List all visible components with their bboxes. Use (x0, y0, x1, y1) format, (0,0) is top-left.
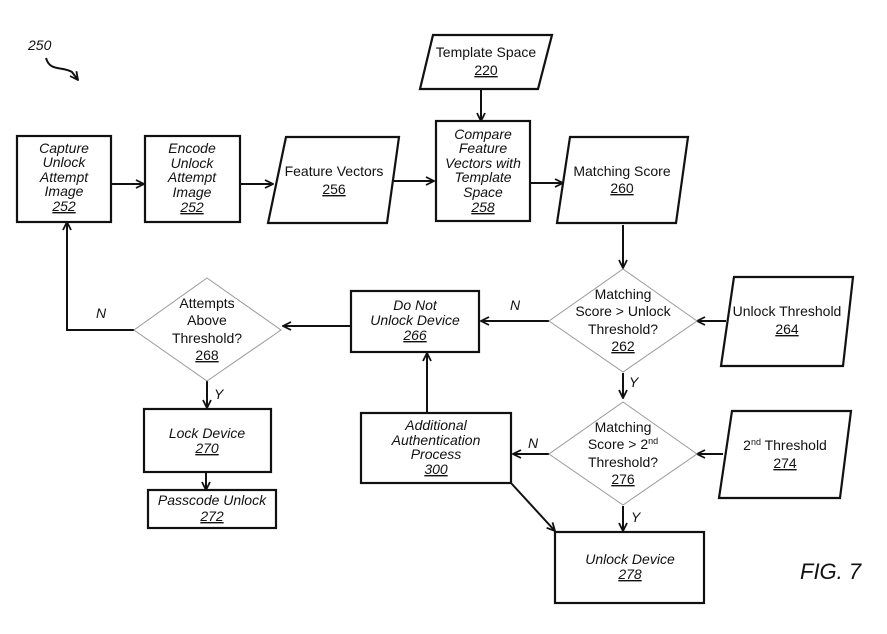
node-text: Unlock Device (370, 312, 460, 328)
node-matching-score: Matching Score 260 (555, 135, 690, 225)
node-text: Do Not (393, 297, 438, 313)
node-encode-image: Encode Unlock Attempt Image 252 (143, 134, 242, 224)
diagram-ref-number: 250 (27, 37, 52, 53)
node-text: Unlock Device (585, 551, 675, 567)
edge-label-attempts-yes: Y (214, 386, 225, 402)
node-additional-authentication: Additional Authentication Process 300 (359, 411, 513, 485)
node-ref: 274 (773, 455, 797, 471)
superscript: nd (648, 436, 658, 446)
node-template-space: Template Space 220 (418, 33, 554, 91)
edge-label-unlock-yes: Y (629, 374, 640, 390)
node-text: Lock Device (169, 425, 245, 441)
node-capture-image: Capture Unlock Attempt Image 252 (15, 134, 113, 224)
node-text: Threshold? (172, 330, 242, 346)
node-passcode-unlock: Passcode Unlock 272 (146, 488, 278, 530)
node-unlock-device: Unlock Device 278 (553, 530, 706, 605)
superscript: nd (751, 437, 761, 447)
node-text: Threshold? (588, 454, 658, 470)
node-decision-attempts: Attempts Above Threshold? 268 (133, 277, 282, 382)
flowchart: 250 N Y N Y N Y Capture Unlock Attempt I… (15, 33, 862, 605)
node-decision-second-threshold: Matching Score > 2nd Threshold? 276 (548, 401, 698, 506)
node-text-part: Score > 2 (588, 436, 649, 452)
node-second-threshold: 2nd Threshold 274 (717, 409, 853, 500)
node-text: Encode (168, 140, 216, 156)
node-text: Template Space (436, 44, 537, 60)
edge-label-attempts-no: N (96, 305, 107, 321)
node-text: Matching Score (573, 163, 670, 179)
node-text: Passcode Unlock (158, 492, 267, 508)
node-text: Feature Vectors (285, 163, 384, 179)
node-text: Unlock (43, 154, 87, 170)
node-compare-vectors: Compare Feature Vectors with Template Sp… (434, 119, 532, 223)
node-text: Image (45, 183, 84, 199)
node-text: Attempt (167, 169, 217, 185)
node-decision-unlock-threshold: Matching Score > Unlock Threshold? 262 (548, 268, 698, 373)
node-text: Above (187, 312, 227, 328)
node-ref: 256 (322, 181, 346, 197)
node-text: Space (463, 184, 503, 200)
edge-label-second-yes: Y (631, 509, 642, 525)
node-text: Feature (459, 140, 507, 156)
edge-additional-unlock (510, 482, 555, 531)
node-text: Threshold? (588, 321, 658, 337)
ref-pointer-arrow (45, 57, 78, 80)
node-ref: 272 (199, 508, 224, 524)
node-ref: 262 (611, 338, 635, 354)
node-ref: 300 (424, 461, 448, 477)
node-ref: 260 (610, 180, 634, 196)
node-ref: 276 (611, 471, 635, 487)
node-feature-vectors: Feature Vectors 256 (266, 135, 401, 225)
node-text: Image (173, 184, 212, 200)
node-ref: 268 (195, 347, 219, 363)
edge-label-unlock-no: N (510, 297, 521, 313)
node-ref: 270 (194, 440, 219, 456)
edge-label-second-no: N (528, 435, 539, 451)
node-text: Score > Unlock (575, 303, 671, 319)
node-ref: 266 (402, 327, 427, 343)
node-text: Score > 2nd (588, 436, 658, 452)
node-text: Additional (404, 417, 467, 433)
node-ref: 258 (470, 199, 495, 215)
node-text: Attempts (179, 295, 234, 311)
node-lock-device: Lock Device 270 (142, 407, 273, 474)
node-text: Process (411, 446, 462, 462)
node-ref: 278 (617, 566, 642, 582)
node-ref: 252 (51, 198, 76, 214)
node-unlock-threshold: Unlock Threshold 264 (719, 275, 855, 368)
node-ref: 252 (179, 199, 204, 215)
node-do-not-unlock: Do Not Unlock Device 266 (349, 289, 481, 354)
node-ref: 264 (775, 321, 799, 337)
figure-label: FIG. 7 (800, 559, 862, 584)
node-text: Unlock Threshold (733, 303, 842, 319)
node-ref: 220 (474, 62, 498, 78)
node-text: Template (454, 169, 511, 185)
node-text: Matching (595, 419, 652, 435)
node-text: Matching (595, 286, 652, 302)
